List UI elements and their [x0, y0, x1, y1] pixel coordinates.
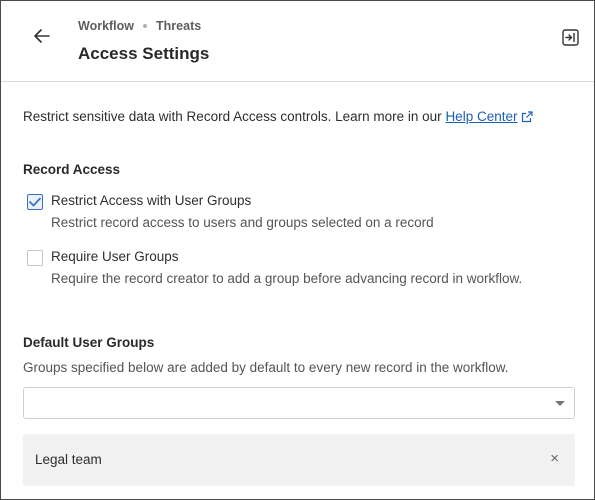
restrict-access-description: Restrict record access to users and grou… — [51, 215, 434, 230]
help-center-link[interactable]: Help Center — [445, 109, 517, 124]
breadcrumb-workflow[interactable]: Workflow — [78, 19, 134, 33]
check-icon — [29, 197, 41, 207]
default-groups-title: Default User Groups — [23, 335, 155, 350]
breadcrumb-threats[interactable]: Threats — [156, 19, 201, 33]
arrow-left-icon[interactable] — [29, 23, 55, 49]
close-icon[interactable]: × — [550, 450, 559, 468]
default-groups-description: Groups specified below are added by defa… — [23, 360, 509, 375]
require-groups-label[interactable]: Require User Groups — [51, 249, 179, 264]
selected-group-chip: Legal team × — [23, 434, 575, 486]
panel-header: Workflow Threats Access Settings — [1, 1, 594, 82]
selected-group-label: Legal team — [35, 452, 102, 467]
require-groups-description: Require the record creator to add a grou… — [51, 271, 523, 286]
record-access-title: Record Access — [23, 162, 121, 177]
chevron-down-icon[interactable] — [555, 401, 565, 406]
breadcrumb-separator — [143, 24, 148, 28]
panel-collapse-icon[interactable] — [559, 26, 581, 48]
require-groups-checkbox[interactable] — [27, 250, 43, 266]
access-settings-panel: Workflow Threats Access Settings Restric… — [0, 0, 595, 500]
intro-text: Restrict sensitive data with Record Acce… — [23, 109, 534, 126]
breadcrumb: Workflow Threats — [78, 19, 201, 33]
restrict-access-label[interactable]: Restrict Access with User Groups — [51, 193, 251, 208]
page-title: Access Settings — [78, 44, 210, 63]
external-link-icon[interactable] — [521, 111, 534, 126]
restrict-access-checkbox[interactable] — [27, 194, 43, 210]
user-groups-select[interactable] — [23, 387, 575, 419]
intro-copy: Restrict sensitive data with Record Acce… — [23, 109, 446, 124]
